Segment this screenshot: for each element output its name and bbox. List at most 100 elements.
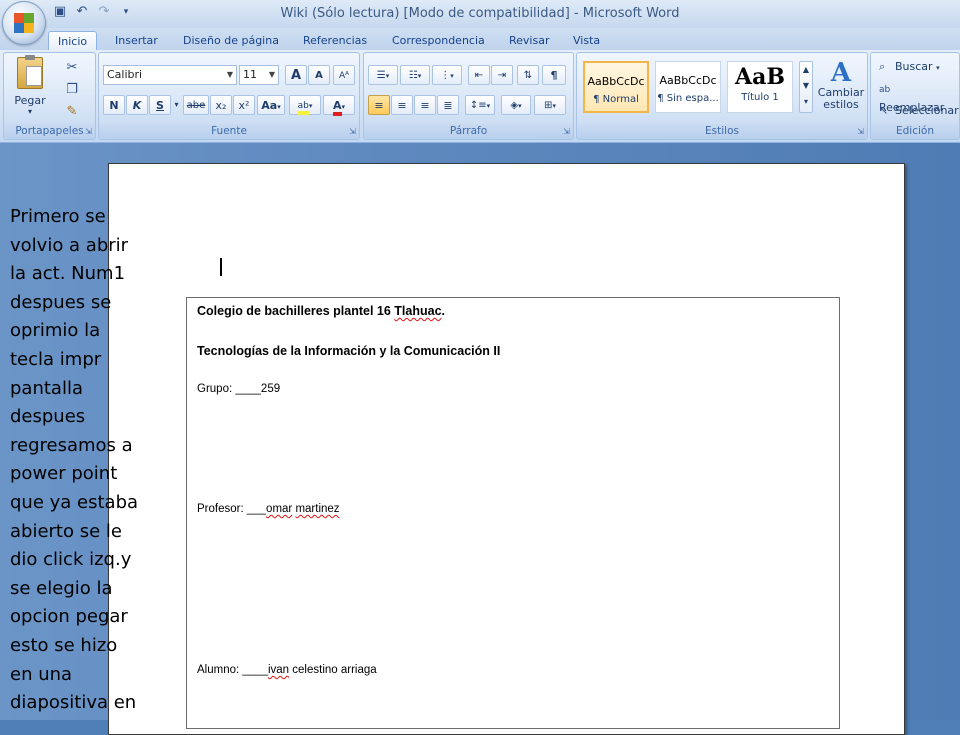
style-name: ¶ Sin espa... xyxy=(657,93,719,104)
line-spacing-button[interactable]: ↕≡▾ xyxy=(465,95,495,115)
cursor-arrow-icon: ↖ xyxy=(879,104,889,117)
caption-line: regresamos a xyxy=(10,434,133,456)
select-label: Seleccionar xyxy=(895,104,959,117)
tab-vista[interactable]: Vista xyxy=(564,31,609,50)
find-button[interactable]: ⌕ Buscar ▾ xyxy=(879,58,940,76)
italic-button[interactable]: K xyxy=(126,95,148,115)
chevron-down-icon[interactable]: ▾ xyxy=(172,95,181,115)
group-line: Grupo: ____259 xyxy=(197,383,281,395)
font-name-value: Calibri xyxy=(107,68,143,81)
group-label-edicion: Edición xyxy=(871,124,959,139)
superscript-button[interactable]: x² xyxy=(233,95,255,115)
student-line: Alumno: ____ivan celestino arriaga xyxy=(197,664,377,676)
teacher-line: Profesor: ___omar martinez xyxy=(197,503,340,515)
caption-line: volvio a abrir xyxy=(10,234,129,256)
sort-icon[interactable]: ⇅ xyxy=(517,65,539,85)
cut-icon[interactable]: ✂ xyxy=(64,60,80,76)
highlighter-icon: ab xyxy=(297,101,309,115)
strikethrough-button[interactable]: abe xyxy=(183,95,209,115)
style-sin-espaciado[interactable]: AaBbCcDc ¶ Sin espa... xyxy=(655,61,721,113)
highlight-button[interactable]: ab▾ xyxy=(289,95,321,115)
caption-line: que ya estaba xyxy=(10,491,139,513)
dialog-launcher-icon[interactable]: ⇲ xyxy=(562,127,571,136)
clear-format-icon[interactable]: Aᴬ xyxy=(333,65,355,85)
tab-inicio[interactable]: Inicio xyxy=(48,31,98,51)
font-name-field[interactable]: Calibri ▼ xyxy=(103,65,237,85)
bold-button[interactable]: N xyxy=(103,95,125,115)
tab-correspondencia[interactable]: Correspondencia xyxy=(383,31,494,50)
caption-line: en una xyxy=(10,663,73,685)
office-button[interactable] xyxy=(2,1,46,45)
dialog-launcher-icon[interactable]: ⇲ xyxy=(84,127,93,136)
bullets-button[interactable]: ☰▾ xyxy=(368,65,398,85)
student-prefix: Alumno: ____ xyxy=(197,664,268,676)
group-label-portapapeles: Portapapeles xyxy=(4,124,95,139)
window-title: Wiki (Sólo lectura) [Modo de compatibili… xyxy=(280,6,680,21)
align-center-icon[interactable]: ≡ xyxy=(391,95,413,115)
chevron-down-icon: ▼ xyxy=(268,70,275,79)
group-parrafo: ☰▾ ☷▾ ⋮▾ ⇤ ⇥ ⇅ ¶ ≡ ≡ ≡ ≣ ↕≡▾ ◈▾ ⊞▾ Párra… xyxy=(363,52,574,140)
group-label-parrafo: Párrafo xyxy=(364,124,573,139)
caption-line: se elegio la xyxy=(10,577,113,599)
group-label-estilos: Estilos xyxy=(577,124,867,139)
style-sample: AaBbCcDc xyxy=(587,75,645,88)
change-case-button[interactable]: Aa▾ xyxy=(257,95,285,115)
office-logo-icon xyxy=(14,13,34,33)
caption-line: esto se hizo xyxy=(10,634,118,656)
replace-button[interactable]: abReemplazar xyxy=(879,80,959,114)
paste-button[interactable]: Pegar ▾ xyxy=(10,55,50,116)
title-bar: ▣ ↶ ↷ ▾ Wiki (Sólo lectura) [Modo de com… xyxy=(0,0,960,28)
shading-button[interactable]: ◈▾ xyxy=(501,95,531,115)
show-marks-button[interactable]: ¶ xyxy=(542,65,566,85)
justify-icon[interactable]: ≣ xyxy=(437,95,459,115)
change-styles-label: Cambiar estilos xyxy=(817,86,865,111)
underline-button[interactable]: S xyxy=(149,95,171,115)
numbering-button[interactable]: ☷▾ xyxy=(400,65,430,85)
student-first-name: ivan xyxy=(267,664,290,676)
caption-line: power point xyxy=(10,463,118,485)
group-portapapeles: Pegar ▾ ✂ ❐ ✎ Portapapeles ⇲ xyxy=(3,52,96,140)
caption-line: Primero se xyxy=(10,206,106,227)
font-size-value: 11 xyxy=(243,68,257,81)
multilevel-list-button[interactable]: ⋮▾ xyxy=(432,65,462,85)
copy-icon[interactable]: ❐ xyxy=(64,82,80,98)
tab-revisar[interactable]: Revisar xyxy=(500,31,558,50)
pasted-screenshot: Colegio de bachilleres plantel 16 Tlahua… xyxy=(186,297,840,729)
tab-diseno-de-pagina[interactable]: Diseño de página xyxy=(174,31,288,50)
tab-insertar[interactable]: Insertar xyxy=(106,31,167,50)
style-normal[interactable]: AaBbCcDc ¶ Normal xyxy=(583,61,649,113)
group-edicion: ⌕Buscar ▾ abReemplazar ↖Seleccionar ▾ Ed… xyxy=(870,52,960,140)
caption-line: oprimio la xyxy=(10,320,101,342)
subscript-button[interactable]: x₂ xyxy=(210,95,232,115)
caption-line: abierto se le xyxy=(10,520,122,542)
format-painter-icon[interactable]: ✎ xyxy=(64,104,80,120)
caption-line: dio click izq.y xyxy=(10,549,132,571)
tab-referencias[interactable]: Referencias xyxy=(294,31,376,50)
style-name: ¶ Normal xyxy=(593,94,639,105)
group-fuente: Calibri ▼ 11 ▼ A A Aᴬ N K S ▾ abe x₂ x² … xyxy=(98,52,360,140)
student-last-names: celestino arriaga xyxy=(289,664,377,676)
chevron-down-icon: ▼ xyxy=(226,70,233,79)
school-period: . xyxy=(441,304,446,318)
teacher-prefix: Profesor: ___ xyxy=(197,503,267,515)
shrink-font-button[interactable]: A xyxy=(308,65,330,85)
font-color-button[interactable]: A▾ xyxy=(323,95,355,116)
change-styles-button[interactable]: A Cambiar estilos xyxy=(817,59,865,111)
caption-line: tecla impr xyxy=(10,348,102,370)
align-right-icon[interactable]: ≡ xyxy=(414,95,436,115)
grow-font-button[interactable]: A xyxy=(285,65,307,85)
style-titulo-1[interactable]: AaB Título 1 xyxy=(727,61,793,113)
font-size-field[interactable]: 11 ▼ xyxy=(239,65,279,85)
select-button[interactable]: ↖Seleccionar ▾ xyxy=(879,102,959,134)
dialog-launcher-icon[interactable]: ⇲ xyxy=(856,127,865,136)
borders-button[interactable]: ⊞▾ xyxy=(534,95,566,115)
style-sample: AaB xyxy=(735,64,785,90)
font-color-icon: A xyxy=(332,99,342,116)
dialog-launcher-icon[interactable]: ⇲ xyxy=(348,127,357,136)
increase-indent-icon[interactable]: ⇥ xyxy=(491,65,513,85)
change-case-label: Aa xyxy=(261,99,278,112)
decrease-indent-icon[interactable]: ⇤ xyxy=(468,65,490,85)
align-left-icon[interactable]: ≡ xyxy=(368,95,390,115)
styles-scroll[interactable]: ▲ ▼ ▾ xyxy=(799,61,813,113)
school-line: Colegio de bachilleres plantel 16 Tlahua… xyxy=(197,304,445,318)
